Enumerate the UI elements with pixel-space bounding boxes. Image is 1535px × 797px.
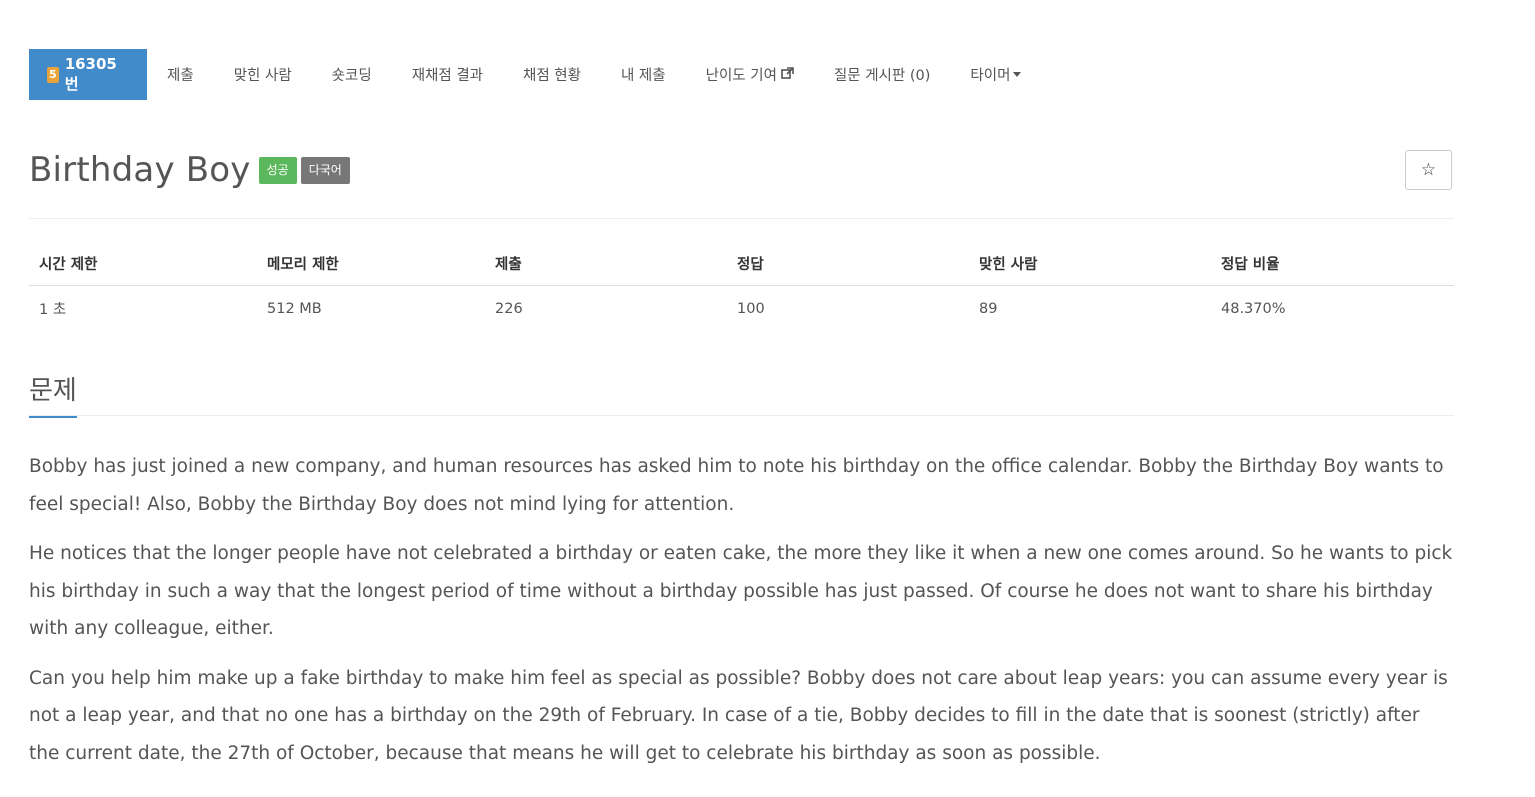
tab-qna-board[interactable]: 질문 게시판 (0) bbox=[814, 49, 950, 100]
description-paragraph: Can you help him make up a fake birthday… bbox=[29, 667, 1448, 764]
value-solved-users: 89 bbox=[979, 300, 998, 317]
problem-nav: 5 16305번 제출 맞힌 사람 숏코딩 재채점 결과 채점 현황 내 제출 … bbox=[29, 49, 1041, 100]
limits-table: 시간 제한 메모리 제한 제출 정답 맞힌 사람 정답 비율 1 초 512 M… bbox=[29, 243, 1454, 331]
table-header-row: 시간 제한 메모리 제한 제출 정답 맞힌 사람 정답 비율 bbox=[29, 243, 1454, 286]
problem-description: Bobby has just joined a new company, and… bbox=[29, 448, 1454, 784]
title-row: Birthday Boy 성공 다국어 bbox=[29, 150, 350, 190]
tab-status[interactable]: 채점 현황 bbox=[503, 49, 601, 100]
tab-submit[interactable]: 제출 bbox=[147, 49, 214, 100]
section-divider bbox=[29, 415, 1454, 416]
language-badge[interactable]: 다국어 bbox=[300, 156, 350, 184]
header-submissions: 제출 bbox=[485, 243, 727, 286]
tier-badge-icon: 5 bbox=[47, 66, 59, 83]
tab-problem[interactable]: 5 16305번 bbox=[29, 49, 147, 100]
tab-rejudge-results[interactable]: 재채점 결과 bbox=[392, 49, 503, 100]
status-badge-success: 성공 bbox=[258, 156, 297, 184]
header-memory-limit: 메모리 제한 bbox=[257, 243, 485, 286]
header-accepted: 정답 bbox=[727, 243, 969, 286]
timer-dropdown[interactable]: 타이머 bbox=[950, 49, 1041, 100]
tab-difficulty-label: 난이도 기여 bbox=[705, 68, 777, 84]
caret-down-icon bbox=[1013, 72, 1022, 77]
favorite-button[interactable]: ☆ bbox=[1405, 150, 1452, 190]
tab-solved-users[interactable]: 맞힌 사람 bbox=[214, 49, 312, 100]
value-accept-ratio: 48.370% bbox=[1221, 300, 1286, 317]
value-time-limit: 1 초 bbox=[39, 302, 67, 318]
header-time-limit: 시간 제한 bbox=[29, 243, 257, 286]
value-memory-limit: 512 MB bbox=[267, 300, 322, 317]
problem-id: 16305번 bbox=[64, 55, 117, 93]
value-submissions: 226 bbox=[495, 300, 523, 317]
table-row: 1 초 512 MB 226 100 89 48.370% bbox=[29, 286, 1454, 332]
header-accept-ratio: 정답 비율 bbox=[1211, 243, 1454, 286]
star-icon: ☆ bbox=[1420, 160, 1437, 180]
page: 5 16305번 제출 맞힌 사람 숏코딩 재채점 결과 채점 현황 내 제출 … bbox=[0, 0, 1535, 797]
tab-short-coding[interactable]: 숏코딩 bbox=[312, 49, 392, 100]
timer-label: 타이머 bbox=[970, 68, 1011, 84]
problem-title: Birthday Boy bbox=[29, 150, 251, 190]
section-title-problem: 문제 bbox=[29, 370, 77, 418]
description-paragraph: He notices that the longer people have n… bbox=[29, 543, 1453, 639]
title-divider bbox=[29, 218, 1454, 219]
value-accepted: 100 bbox=[737, 300, 765, 317]
header-solved-users: 맞힌 사람 bbox=[969, 243, 1211, 286]
external-link-icon bbox=[781, 67, 794, 82]
tab-my-submissions[interactable]: 내 제출 bbox=[601, 49, 686, 100]
tab-difficulty-contribution[interactable]: 난이도 기여 bbox=[686, 49, 814, 100]
description-paragraph: Bobby has just joined a new company, and… bbox=[29, 456, 1444, 515]
